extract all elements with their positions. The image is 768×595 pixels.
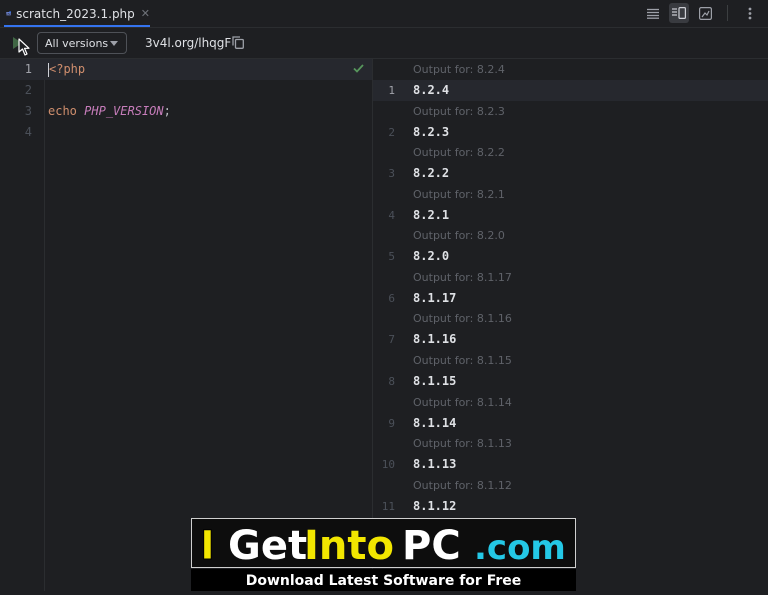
code-text: <?php bbox=[48, 59, 85, 80]
output-line-number: 2 bbox=[388, 126, 395, 139]
watermark: I Get Into PC .com Download Latest Softw… bbox=[191, 518, 576, 591]
output-line: 9 8.1.14 bbox=[373, 413, 768, 434]
output-line: 6 8.1.17 bbox=[373, 288, 768, 309]
output-value: 8.2.3 bbox=[413, 125, 450, 139]
output-line: 8 8.1.15 bbox=[373, 371, 768, 392]
code-line[interactable]: 1 <?php bbox=[0, 59, 372, 80]
tagline-text: Download Latest Software for Free bbox=[246, 573, 522, 589]
menu-lines-icon[interactable] bbox=[643, 3, 663, 23]
output-value: 8.2.2 bbox=[413, 166, 450, 180]
output-line: 11 8.1.12 bbox=[373, 496, 768, 517]
output-header: Output for: 8.2.0 bbox=[413, 229, 505, 242]
output-line: 3 8.2.2 bbox=[373, 163, 768, 184]
check-icon bbox=[353, 64, 364, 73]
watermark-logo: I Get Into PC .com bbox=[200, 523, 566, 570]
close-icon[interactable]: ✕ bbox=[141, 7, 150, 20]
mouse-cursor-icon bbox=[18, 38, 30, 56]
brand-get: Get bbox=[228, 523, 307, 567]
echo-keyword: echo bbox=[48, 104, 77, 118]
tab-scratch-file[interactable]: php scratch_2023.1.php ✕ bbox=[2, 0, 150, 27]
output-line: 1 8.2.4 bbox=[373, 80, 768, 101]
output-header: Output for: 8.1.14 bbox=[413, 396, 512, 409]
output-line-number: 1 bbox=[388, 84, 395, 97]
output-line-number: 4 bbox=[388, 209, 395, 222]
output-line-number: 11 bbox=[381, 500, 395, 513]
php-file-icon: php bbox=[6, 11, 11, 16]
line-number: 3 bbox=[24, 104, 32, 118]
more-vert-icon[interactable] bbox=[740, 3, 760, 23]
tab-label: scratch_2023.1.php bbox=[16, 6, 135, 21]
code-editor[interactable]: 1 <?php 2 3 echo PHP_VERSION; 4 bbox=[0, 59, 372, 591]
output-line-number: 10 bbox=[381, 458, 395, 471]
semicolon: ; bbox=[163, 104, 171, 118]
share-link[interactable]: 3v4l.org/lhqgF bbox=[145, 36, 231, 50]
copy-icon[interactable] bbox=[232, 36, 244, 49]
output-value: 8.2.0 bbox=[413, 249, 450, 263]
output-value: 8.1.16 bbox=[413, 332, 457, 346]
watermark-tagline-box: Download Latest Software for Free bbox=[191, 569, 576, 591]
watermark-tagline: Download Latest Software for Free bbox=[246, 573, 522, 589]
php-version-constant: PHP_VERSION bbox=[84, 104, 164, 118]
line-number: 2 bbox=[24, 83, 32, 97]
php-open-tag: <?php bbox=[49, 62, 86, 76]
versions-dropdown-label: All versions bbox=[45, 36, 109, 50]
editor-tab-bar: php scratch_2023.1.php ✕ bbox=[0, 0, 768, 28]
output-header: Output for: 8.2.2 bbox=[413, 146, 505, 159]
output-line-number: 7 bbox=[388, 333, 395, 346]
brand-com: .com bbox=[474, 528, 566, 567]
output-header: Output for: 8.1.15 bbox=[413, 354, 512, 367]
output-line-number: 9 bbox=[388, 417, 395, 430]
code-text: echo PHP_VERSION; bbox=[48, 101, 171, 122]
split-view-icon[interactable] bbox=[669, 3, 689, 23]
output-line-number: 6 bbox=[388, 292, 395, 305]
output-value: 8.1.13 bbox=[413, 457, 457, 471]
output-value: 8.1.12 bbox=[413, 499, 457, 513]
output-value: 8.2.4 bbox=[413, 83, 450, 97]
chevron-down-icon bbox=[110, 41, 118, 46]
output-header: Output for: 8.2.1 bbox=[413, 188, 505, 201]
line-number: 4 bbox=[24, 125, 32, 139]
code-line[interactable]: 2 bbox=[0, 80, 372, 101]
code-line[interactable]: 4 bbox=[0, 122, 372, 143]
active-tab-indicator bbox=[4, 25, 150, 27]
code-line[interactable]: 3 echo PHP_VERSION; bbox=[0, 101, 372, 122]
output-line: 7 8.1.16 bbox=[373, 329, 768, 350]
line-number: 1 bbox=[24, 62, 32, 76]
output-value: 8.1.17 bbox=[413, 291, 457, 305]
watermark-logo-box: I Get Into PC .com bbox=[191, 518, 576, 570]
output-header: Output for: 8.2.4 bbox=[413, 63, 505, 76]
output-header: Output for: 8.1.17 bbox=[413, 271, 512, 284]
output-line-number: 3 bbox=[388, 167, 395, 180]
preview-icon[interactable] bbox=[695, 3, 715, 23]
output-header: Output for: 8.1.13 bbox=[413, 437, 512, 450]
svg-text:php: php bbox=[6, 14, 11, 16]
output-value: 8.1.15 bbox=[413, 374, 457, 388]
output-header: Output for: 8.2.3 bbox=[413, 105, 505, 118]
output-line: 10 8.1.13 bbox=[373, 454, 768, 475]
output-value: 8.2.1 bbox=[413, 208, 450, 222]
output-value: 8.1.14 bbox=[413, 416, 457, 430]
output-line: 2 8.2.3 bbox=[373, 122, 768, 143]
scratch-toolbar: All versions 3v4l.org/lhqgF bbox=[0, 28, 768, 59]
output-line: 5 8.2.0 bbox=[373, 246, 768, 267]
toolbar-separator bbox=[727, 5, 728, 21]
brand-i: I bbox=[200, 523, 215, 567]
editor-view-controls bbox=[643, 3, 760, 23]
output-line-number: 8 bbox=[388, 375, 395, 388]
output-line: 4 8.2.1 bbox=[373, 205, 768, 226]
brand-pc: PC bbox=[402, 523, 461, 567]
output-line-number: 5 bbox=[388, 250, 395, 263]
output-panel: Output for: 8.2.4 1 8.2.4 Output for: 8.… bbox=[373, 59, 768, 591]
output-header: Output for: 8.1.16 bbox=[413, 312, 512, 325]
versions-dropdown[interactable]: All versions bbox=[37, 32, 127, 54]
brand-into: Into bbox=[304, 523, 394, 567]
output-header: Output for: 8.1.12 bbox=[413, 479, 512, 492]
